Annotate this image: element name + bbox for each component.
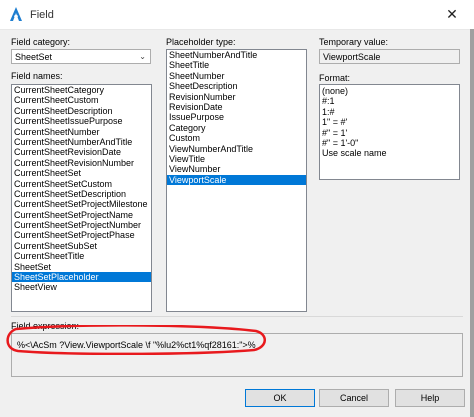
- list-item[interactable]: Use scale name: [320, 148, 459, 158]
- ok-button[interactable]: OK: [245, 389, 315, 407]
- list-item[interactable]: CurrentSheetCategory: [12, 85, 151, 95]
- list-item[interactable]: CurrentSheetCustom: [12, 95, 151, 105]
- list-item[interactable]: CurrentSheetSetProjectNumber: [12, 220, 151, 230]
- chevron-down-icon: ⌄: [139, 52, 146, 61]
- list-item[interactable]: SheetDescription: [167, 81, 306, 91]
- list-item[interactable]: CurrentSheetNumberAndTitle: [12, 137, 151, 147]
- autocad-a-icon: [10, 7, 22, 21]
- field-names-list[interactable]: CurrentSheetCategory CurrentSheetCustom Cu…: [11, 84, 152, 312]
- list-item[interactable]: CurrentSheetSetProjectPhase: [12, 230, 151, 240]
- list-item[interactable]: Category: [167, 123, 306, 133]
- list-item[interactable]: ViewTitle: [167, 154, 306, 164]
- temporary-value-field: ViewportScale: [319, 49, 460, 64]
- field-names-label: Field names:: [11, 71, 63, 81]
- list-item[interactable]: #:1: [320, 96, 459, 106]
- list-item[interactable]: SheetSet: [12, 262, 151, 272]
- list-item[interactable]: CurrentSheetSetCustom: [12, 179, 151, 189]
- cancel-button[interactable]: Cancel: [319, 389, 389, 407]
- list-item[interactable]: RevisionDate: [167, 102, 306, 112]
- window-edge: [470, 29, 474, 417]
- field-category-select[interactable]: SheetSet ⌄: [11, 49, 151, 64]
- list-item[interactable]: SheetNumberAndTitle: [167, 50, 306, 60]
- list-item[interactable]: SheetSetPlaceholder: [12, 272, 151, 283]
- placeholder-type-label: Placeholder type:: [166, 37, 236, 47]
- temporary-value-label: Temporary value:: [319, 37, 389, 47]
- temporary-value-text: ViewportScale: [323, 52, 381, 62]
- title-bar: Field ✕: [0, 0, 474, 30]
- list-item[interactable]: CurrentSheetTitle: [12, 251, 151, 261]
- list-item[interactable]: SheetTitle: [167, 60, 306, 70]
- list-item[interactable]: CurrentSheetIssuePurpose: [12, 116, 151, 126]
- list-item[interactable]: SheetView: [12, 282, 151, 292]
- list-item[interactable]: (none): [320, 86, 459, 96]
- list-item[interactable]: CurrentSheetDescription: [12, 106, 151, 116]
- list-item[interactable]: #" = 1': [320, 128, 459, 138]
- red-annotation-ellipse: [6, 325, 266, 355]
- window-title: Field: [30, 9, 54, 21]
- field-category-value: SheetSet: [15, 52, 53, 62]
- list-item[interactable]: ViewNumberAndTitle: [167, 144, 306, 154]
- list-item[interactable]: CurrentSheetRevisionDate: [12, 147, 151, 157]
- list-item[interactable]: ViewportScale: [167, 174, 306, 186]
- list-item[interactable]: ViewNumber: [167, 164, 306, 174]
- list-item[interactable]: CurrentSheetSubSet: [12, 241, 151, 251]
- list-item[interactable]: CurrentSheetRevisionNumber: [12, 158, 151, 168]
- list-item[interactable]: Custom: [167, 133, 306, 143]
- placeholder-type-list[interactable]: SheetNumberAndTitle SheetTitle SheetNumber…: [166, 49, 307, 312]
- field-category-label: Field category:: [11, 37, 71, 47]
- list-item[interactable]: IssuePurpose: [167, 112, 306, 122]
- list-item[interactable]: CurrentSheetSetProjectName: [12, 210, 151, 220]
- list-item[interactable]: SheetNumber: [167, 71, 306, 81]
- list-item[interactable]: CurrentSheetNumber: [12, 127, 151, 137]
- list-item[interactable]: CurrentSheetSetDescription: [12, 189, 151, 199]
- list-item[interactable]: 1" = #': [320, 117, 459, 127]
- list-item[interactable]: #" = 1'-0": [320, 138, 459, 148]
- format-label: Format:: [319, 73, 351, 83]
- close-icon: ✕: [446, 6, 458, 22]
- list-item[interactable]: 1:#: [320, 107, 459, 117]
- list-item[interactable]: CurrentSheetSetProjectMilestone: [12, 199, 151, 209]
- list-item[interactable]: RevisionNumber: [167, 92, 306, 102]
- help-button[interactable]: Help: [395, 389, 465, 407]
- list-item[interactable]: CurrentSheetSet: [12, 168, 151, 178]
- divider: [11, 316, 463, 317]
- format-list[interactable]: (none) #:1 1:# 1" = #' #" = 1' #" = 1'-0" Use …: [319, 84, 460, 180]
- close-button[interactable]: ✕: [430, 0, 474, 29]
